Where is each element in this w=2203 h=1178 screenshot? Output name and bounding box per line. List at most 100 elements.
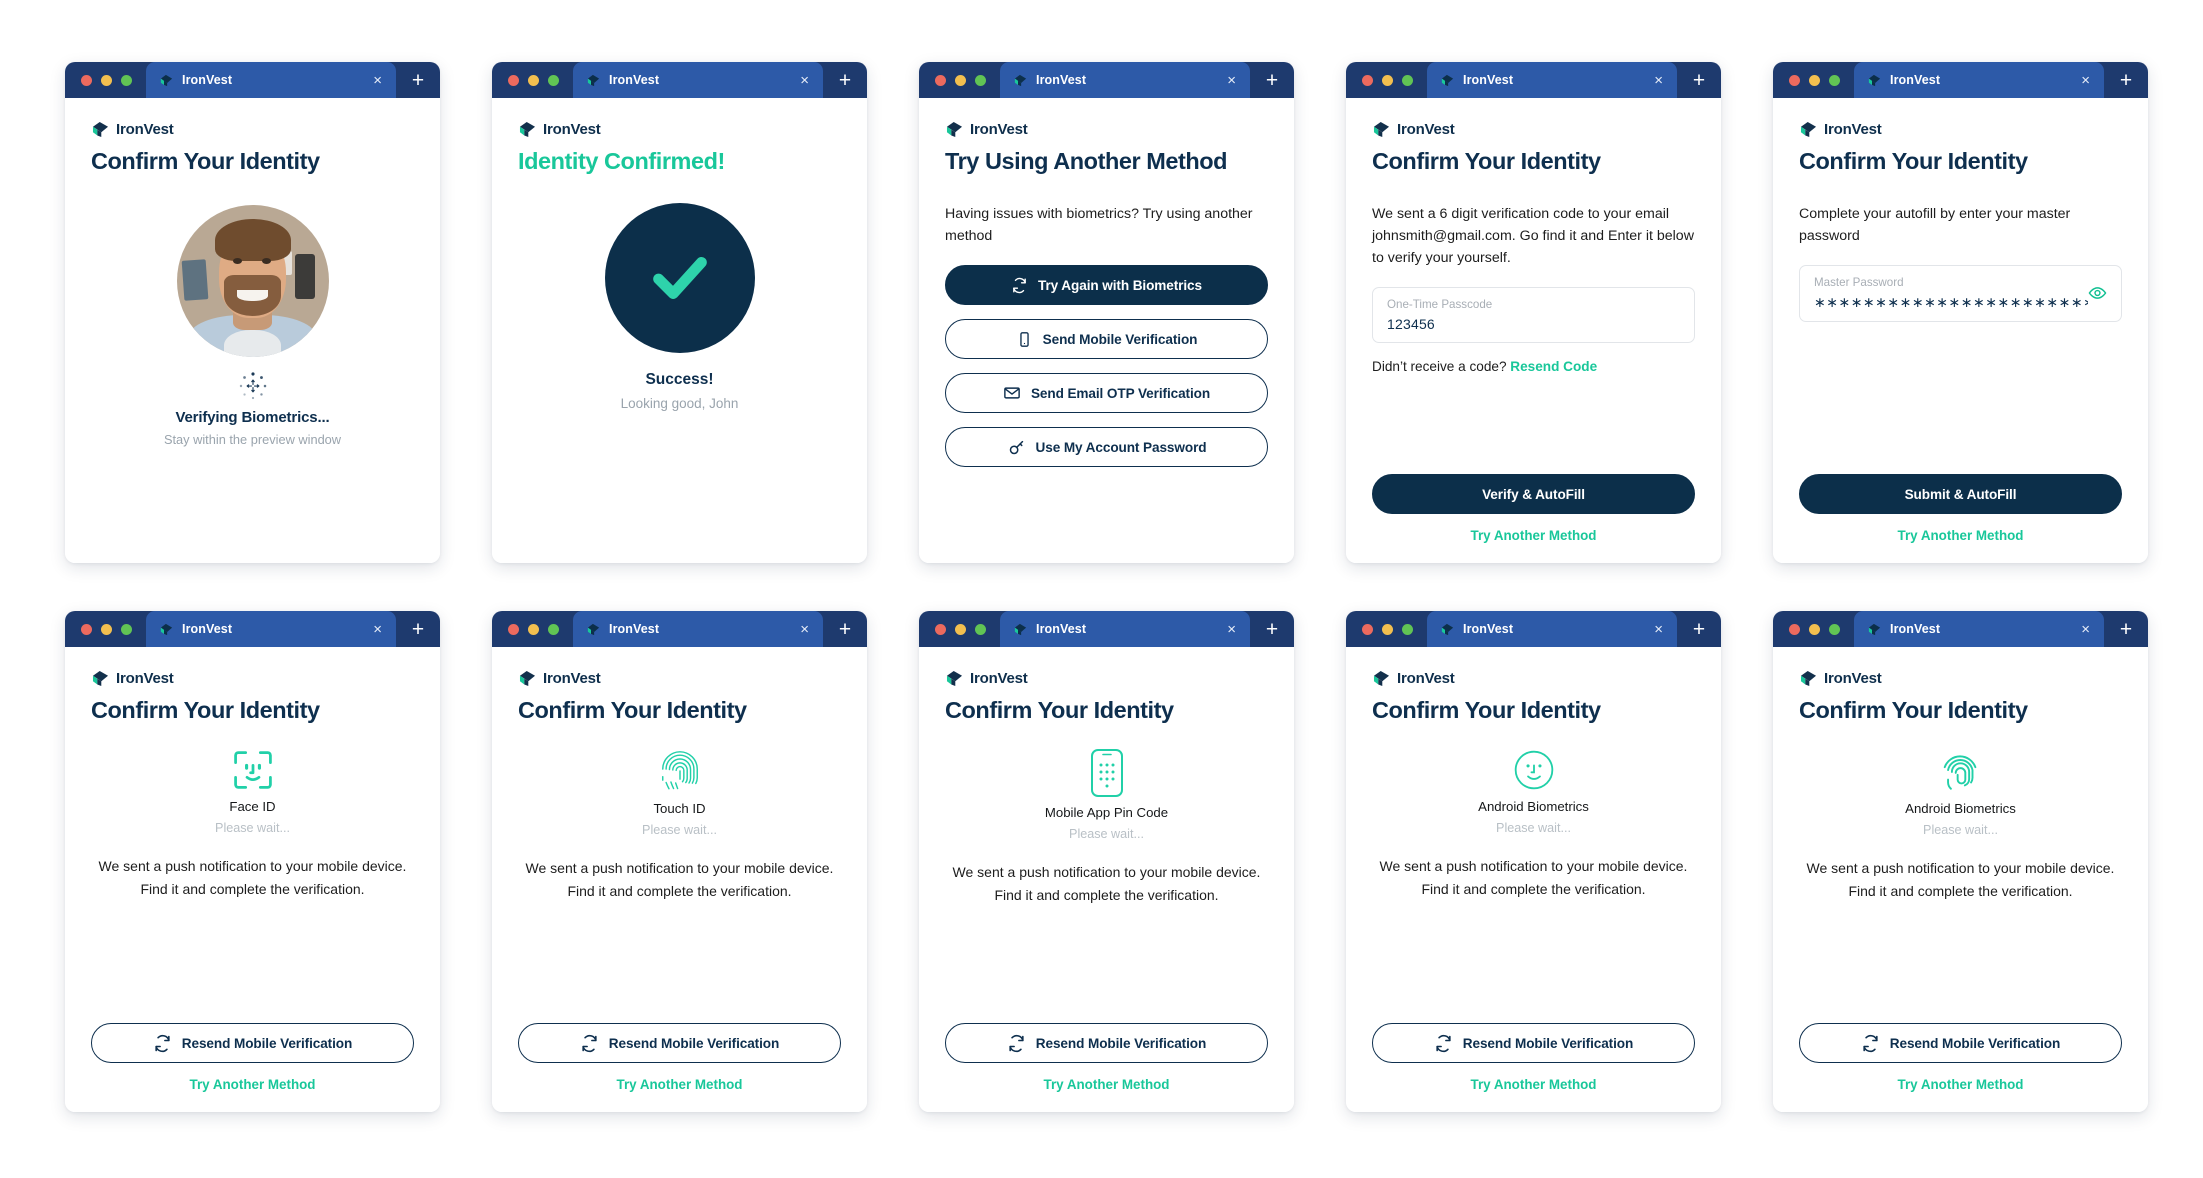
minimize-window-dot[interactable] [1382, 74, 1393, 86]
page-title: Confirm Your Identity [945, 697, 1174, 723]
close-window-dot[interactable] [508, 74, 519, 86]
new-tab-icon[interactable]: + [2104, 62, 2148, 98]
new-tab-icon[interactable]: + [1677, 611, 1721, 647]
new-tab-icon[interactable]: + [823, 62, 867, 98]
new-tab-icon[interactable]: + [2104, 611, 2148, 647]
new-tab-icon[interactable]: + [823, 611, 867, 647]
intro-text: We sent a 6 digit verification code to y… [1372, 206, 1694, 267]
try-again-biometrics-button[interactable]: Try Again with Biometrics [945, 265, 1268, 306]
close-window-dot[interactable] [935, 623, 946, 635]
method-name: Mobile App Pin Code [1044, 805, 1169, 821]
maximize-window-dot[interactable] [121, 74, 132, 86]
try-another-method-link[interactable]: Try Another Method [1372, 1077, 1695, 1092]
maximize-window-dot[interactable] [1402, 623, 1413, 635]
resend-mobile-verification-button[interactable]: Resend Mobile Verification [518, 1023, 841, 1063]
send-email-otp-button[interactable]: Send Email OTP Verification [945, 373, 1268, 414]
otp-field[interactable]: One-Time Passcode 123456 [1372, 287, 1695, 343]
otp-input[interactable]: 123456 [1387, 316, 1680, 332]
master-password-field[interactable]: Master Password ∗∗∗∗∗∗∗∗∗∗∗∗∗∗∗∗∗∗∗∗∗∗∗∗… [1799, 265, 2122, 322]
minimize-window-dot[interactable] [955, 623, 966, 635]
maximize-window-dot[interactable] [548, 74, 559, 86]
maximize-window-dot[interactable] [121, 623, 132, 635]
button-label: Send Mobile Verification [1042, 331, 1198, 347]
minimize-window-dot[interactable] [955, 74, 966, 86]
minimize-window-dot[interactable] [101, 74, 112, 86]
close-tab-icon[interactable]: × [1652, 622, 1665, 637]
traffic-lights [65, 611, 146, 647]
new-tab-icon[interactable]: + [396, 62, 440, 98]
close-tab-icon[interactable]: × [798, 73, 811, 88]
browser-tab[interactable]: IronVest × [146, 611, 396, 647]
close-tab-icon[interactable]: × [1225, 73, 1238, 88]
brand-name: IronVest [543, 121, 601, 138]
new-tab-icon[interactable]: + [1250, 62, 1294, 98]
close-window-dot[interactable] [1362, 74, 1373, 86]
try-another-method-link[interactable]: Try Another Method [1372, 528, 1695, 543]
close-window-dot[interactable] [81, 623, 92, 635]
close-tab-icon[interactable]: × [2079, 622, 2092, 637]
close-tab-icon[interactable]: × [1652, 73, 1665, 88]
browser-tab[interactable]: IronVest × [573, 62, 823, 98]
try-another-method-link[interactable]: Try Another Method [1799, 528, 2122, 543]
eye-icon[interactable] [2088, 282, 2107, 304]
browser-tab[interactable]: IronVest × [1427, 611, 1677, 647]
minimize-window-dot[interactable] [1809, 623, 1820, 635]
maximize-window-dot[interactable] [975, 74, 986, 86]
close-window-dot[interactable] [1789, 623, 1800, 635]
maximize-window-dot[interactable] [975, 623, 986, 635]
try-another-method-link[interactable]: Try Another Method [945, 1077, 1268, 1092]
page-title: Confirm Your Identity [91, 148, 320, 174]
close-window-dot[interactable] [1789, 74, 1800, 86]
maximize-window-dot[interactable] [1402, 74, 1413, 86]
spinner-container [91, 371, 414, 401]
try-another-method-link[interactable]: Try Another Method [1799, 1077, 2122, 1092]
close-tab-icon[interactable]: × [1225, 622, 1238, 637]
submit-autofill-button[interactable]: Submit & AutoFill [1799, 474, 2122, 514]
try-another-method-link[interactable]: Try Another Method [91, 1077, 414, 1092]
minimize-window-dot[interactable] [1809, 74, 1820, 86]
maximize-window-dot[interactable] [1829, 74, 1840, 86]
browser-tab[interactable]: IronVest × [146, 62, 396, 98]
minimize-window-dot[interactable] [528, 74, 539, 86]
close-tab-icon[interactable]: × [798, 622, 811, 637]
verify-autofill-button[interactable]: Verify & AutoFill [1372, 474, 1695, 514]
resend-mobile-verification-button[interactable]: Resend Mobile Verification [91, 1023, 414, 1063]
maximize-window-dot[interactable] [1829, 623, 1840, 635]
maximize-window-dot[interactable] [548, 623, 559, 635]
new-tab-icon[interactable]: + [396, 611, 440, 647]
use-account-password-button[interactable]: Use My Account Password [945, 427, 1268, 468]
minimize-window-dot[interactable] [101, 623, 112, 635]
resend-code-link[interactable]: Resend Code [1510, 359, 1597, 374]
ironvest-logo-icon [1014, 623, 1027, 635]
resend-mobile-verification-button[interactable]: Resend Mobile Verification [1372, 1023, 1695, 1063]
browser-tab[interactable]: IronVest × [1427, 62, 1677, 98]
title-bar: IronVest × + [919, 611, 1294, 647]
browser-tab[interactable]: IronVest × [1854, 62, 2104, 98]
method-name: Touch ID [653, 801, 706, 817]
traffic-lights [1346, 62, 1427, 98]
try-another-method-link[interactable]: Try Another Method [518, 1077, 841, 1092]
close-window-dot[interactable] [508, 623, 519, 635]
resend-mobile-verification-button[interactable]: Resend Mobile Verification [945, 1023, 1268, 1063]
browser-tab[interactable]: IronVest × [1000, 611, 1250, 647]
browser-tab[interactable]: IronVest × [1854, 611, 2104, 647]
close-tab-icon[interactable]: × [371, 622, 384, 637]
close-window-dot[interactable] [1362, 623, 1373, 635]
new-tab-icon[interactable]: + [1250, 611, 1294, 647]
ironvest-logo-icon [92, 121, 109, 138]
minimize-window-dot[interactable] [1382, 623, 1393, 635]
close-window-dot[interactable] [935, 74, 946, 86]
close-tab-icon[interactable]: × [2079, 73, 2092, 88]
send-mobile-verification-button[interactable]: Send Mobile Verification [945, 319, 1268, 360]
resend-mobile-verification-button[interactable]: Resend Mobile Verification [1799, 1023, 2122, 1063]
close-tab-icon[interactable]: × [371, 73, 384, 88]
push-notification-text: We sent a push notification to your mobi… [98, 858, 407, 897]
button-label: Submit & AutoFill [1904, 486, 2017, 502]
window-try-another-method: IronVest × + IronVest Try Using Another … [919, 62, 1294, 563]
browser-tab[interactable]: IronVest × [573, 611, 823, 647]
browser-tab[interactable]: IronVest × [1000, 62, 1250, 98]
minimize-window-dot[interactable] [528, 623, 539, 635]
close-window-dot[interactable] [81, 74, 92, 86]
new-tab-icon[interactable]: + [1677, 62, 1721, 98]
master-password-input[interactable]: ∗∗∗∗∗∗∗∗∗∗∗∗∗∗∗∗∗∗∗∗∗∗∗∗∗∗ [1814, 294, 2088, 311]
